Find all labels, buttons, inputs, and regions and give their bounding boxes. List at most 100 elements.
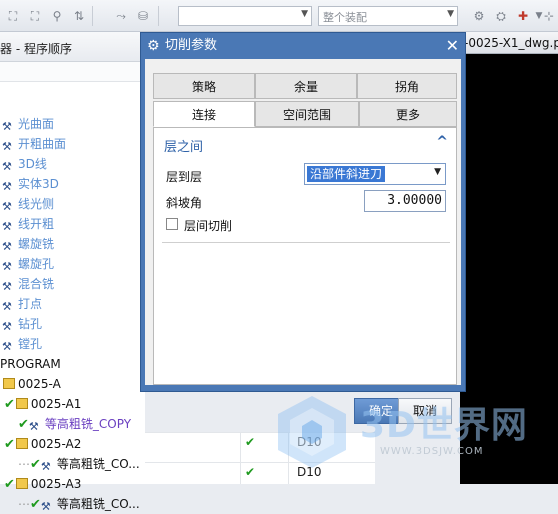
cut-between-levels-checkbox[interactable] [166, 218, 178, 230]
program-group-icon [3, 378, 15, 389]
status-check-icon: ✔ [4, 437, 15, 452]
navigator-row[interactable]: PROGRAM [0, 354, 145, 374]
select-feature-icon[interactable]: ⚲ [48, 8, 66, 24]
operation-type-icon: ⚒ [2, 340, 12, 353]
main-toolbar: ⛶ ⛶ ⚲ ⇅ ⤳ ⛁ ▼ 整个装配 ▼ ⚙ ⛭ ✚ ▼ ⊹ [0, 0, 558, 32]
navigator-row[interactable]: ⚒ 光曲面 [0, 114, 145, 134]
navigator-row-label: 钻孔 [18, 317, 43, 331]
dialog-body: 策略 余量 拐角 连接 空间范围 更多 层之间 ^ 层到层 沿部件斜进刀 ▼ 斜… [145, 59, 461, 385]
navigator-row[interactable]: ✔ 0025-A1 [0, 394, 145, 414]
graphics-window[interactable]: -0025-X1_dwg.p [460, 32, 558, 484]
program-group-icon [15, 398, 28, 409]
operation-type-icon: ⚒ [2, 300, 12, 313]
operation-type-icon: ⚒ [2, 120, 12, 133]
navigator-row[interactable]: ⚒ 3D线 [0, 154, 145, 174]
navigator-row[interactable]: ⚒ 混合铣 [0, 274, 145, 294]
navigator-row[interactable]: ⚒ 打点 [0, 294, 145, 314]
navigator-row[interactable]: ✔ 0025-A3 [0, 474, 145, 494]
status-check-icon: ✔ [18, 417, 29, 432]
assembly-scope-combo[interactable]: 整个装配 ▼ [318, 6, 458, 26]
cursor-point-icon[interactable]: ⊹ [540, 8, 558, 24]
type-filter-combo[interactable]: ▼ [178, 6, 312, 26]
navigator-row-label: 实体3D [18, 177, 59, 191]
navigator-row[interactable]: ⋯✔⚒ 等高粗铣_CO... [0, 494, 145, 514]
navigator-row[interactable]: ⚒ 线光侧 [0, 194, 145, 214]
collapse-caret-icon[interactable]: ^ [436, 134, 448, 150]
status-check-icon: ✔ [245, 435, 256, 449]
operation-type-icon: ⚒ [40, 500, 51, 513]
status-check-icon: ✔ [4, 477, 15, 492]
operation-type-icon: ⚒ [2, 240, 12, 253]
operation-type-icon: ⚒ [2, 160, 12, 173]
divider [162, 242, 450, 243]
layer-to-layer-label: 层到层 [166, 170, 203, 184]
tab-strategy[interactable]: 策略 [153, 73, 255, 99]
tab-containment[interactable]: 空间范围 [255, 101, 359, 127]
operation-type-icon: ⚒ [2, 180, 12, 193]
face-rule-icon[interactable]: ⛁ [134, 8, 152, 24]
navigator-row[interactable]: ⚒ 螺旋孔 [0, 254, 145, 274]
selection-filter-icon[interactable]: ⛶ [4, 8, 22, 24]
navigator-row-label: 等高粗铣_CO... [56, 457, 140, 471]
tab-stock[interactable]: 余量 [255, 73, 357, 99]
navigator-row[interactable]: 0025-A [0, 374, 145, 394]
table-row[interactable]: ✔ D10 [145, 462, 375, 482]
curve-rule-icon[interactable]: ⤳ [112, 8, 130, 24]
navigator-row[interactable]: ⚒ 钻孔 [0, 314, 145, 334]
navigator-row-label: 等高粗铣_COPY [44, 417, 132, 431]
navigator-row[interactable]: ✔⚒ 等高粗铣_COPY [0, 414, 145, 434]
navigator-row[interactable]: ✔ 0025-A2 [0, 434, 145, 454]
navigator-row[interactable]: ⚒ 线开粗 [0, 214, 145, 234]
layer-to-layer-value: 沿部件斜进刀 [307, 166, 386, 182]
navigator-row-label: 打点 [18, 297, 43, 311]
tool-cell: D10 [297, 435, 322, 449]
navigator-row[interactable]: ⚒ 开粗曲面 [0, 134, 145, 154]
operation-type-icon: ⚒ [2, 260, 12, 273]
table-row[interactable]: ✔ D10 [145, 432, 375, 452]
status-check-icon: ✔ [245, 465, 256, 479]
tree-connector-icon: ⋯ [18, 457, 30, 471]
navigator-row-label: 线开粗 [18, 217, 55, 231]
toolbar-divider [92, 6, 93, 26]
operation-type-icon: ⚒ [2, 280, 12, 293]
ramp-angle-label: 斜坡角 [166, 196, 203, 210]
status-check-icon: ✔ [4, 397, 15, 412]
operation-type-icon: ⚒ [28, 420, 39, 433]
tab-more[interactable]: 更多 [359, 101, 457, 127]
navigator-row-label: 0025-A1 [30, 397, 82, 411]
navigator-row-label: 0025-A2 [30, 437, 82, 451]
graphics-tab-title[interactable]: -0025-X1_dwg.p [460, 32, 558, 54]
navigator-columns-strip: ✔ D10 ✔ D10 [145, 432, 375, 484]
dialog-titlebar[interactable]: ⚙ 切削参数 ✕ [141, 33, 465, 59]
program-group-icon [15, 438, 28, 449]
operation-type-icon: ⚒ [2, 200, 12, 213]
chevron-down-icon: ▼ [301, 9, 308, 19]
select-group-icon[interactable]: ⛶ [26, 8, 44, 24]
operation-type-icon: ⚒ [40, 460, 51, 473]
navigator-row[interactable]: ⋯✔⚒ 等高粗铣_CO... [0, 454, 145, 474]
navigator-row-label: 镗孔 [18, 337, 43, 351]
toolbar-divider [158, 6, 159, 26]
layer-to-layer-select[interactable]: 沿部件斜进刀 ▼ [304, 163, 446, 185]
component-icon[interactable]: ⛭ [492, 8, 510, 24]
navigator-row-label: 0025-A3 [30, 477, 82, 491]
operation-navigator: 器 - 程序顺序 ⚒ 光曲面 ⚒ 开粗曲面 ⚒ 3D线 ⚒ 实体3D ⚒ 线光侧 ⚒ 线开粗 ⚒ 螺旋铣 ⚒… [0, 32, 145, 513]
operation-type-icon: ⚒ [2, 220, 12, 233]
tab-corners[interactable]: 拐角 [357, 73, 457, 99]
cancel-button[interactable]: 取消 [398, 398, 452, 424]
navigator-row[interactable]: ⚒ 螺旋铣 [0, 234, 145, 254]
close-icon[interactable]: ✕ [446, 33, 459, 59]
navigator-row[interactable]: ⚒ 实体3D [0, 174, 145, 194]
assembly-icon[interactable]: ⚙ [470, 8, 488, 24]
status-check-icon: ✔ [30, 497, 41, 512]
navigator-row-label: 等高粗铣_CO... [56, 497, 140, 511]
snap-settings-icon[interactable]: ⇅ [70, 8, 88, 24]
gear-icon: ⚙ [147, 38, 160, 54]
navigator-row-label: 螺旋孔 [18, 257, 55, 271]
ramp-angle-input[interactable]: 3.00000 [364, 190, 446, 212]
cutting-parameters-dialog: ⚙ 切削参数 ✕ 策略 余量 拐角 连接 空间范围 更多 层之间 ^ 层到层 沿… [140, 32, 466, 392]
navigator-row-label: 光曲面 [18, 117, 55, 131]
navigator-column-header [0, 62, 145, 82]
tab-connections[interactable]: 连接 [153, 101, 255, 127]
navigator-row[interactable]: ⚒ 镗孔 [0, 334, 145, 354]
